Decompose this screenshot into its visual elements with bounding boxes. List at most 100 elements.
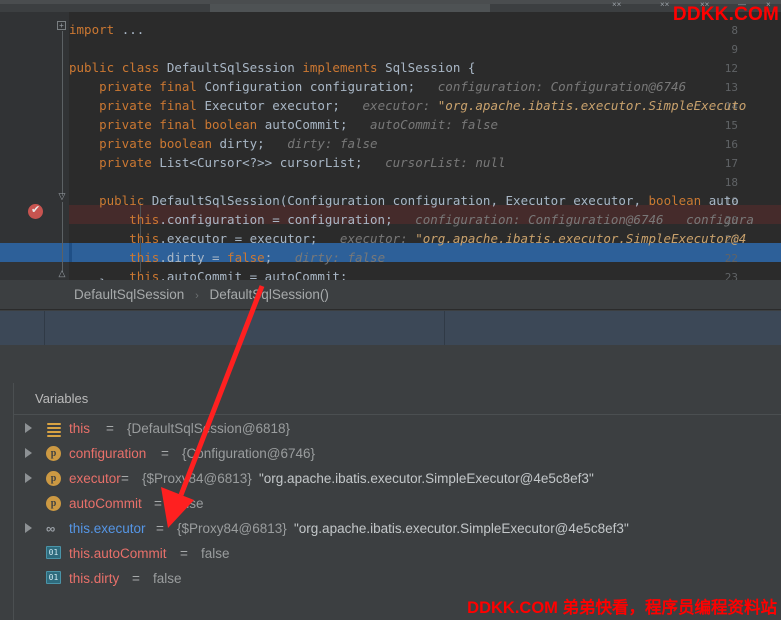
code-token: private [69, 136, 160, 151]
toolbar-divider [44, 311, 45, 345]
code-token: List<Cursor<?>> cursorList; [159, 155, 363, 170]
variable-name: this.executor [69, 521, 146, 536]
code-line: private final boolean autoCommit; autoCo… [69, 115, 498, 134]
code-line: public DefaultSqlSession(Configuration c… [69, 191, 739, 210]
code-token: executor: [339, 98, 438, 113]
code-token: executor; [272, 98, 340, 113]
code-token: import [69, 22, 122, 37]
variables-pane[interactable]: Variables this = {DefaultSqlSession@6818… [0, 383, 781, 620]
breakpoint-check-glyph: ✔ [31, 204, 41, 216]
variable-equals: = [121, 471, 129, 486]
editor-tab-strip[interactable] [210, 4, 490, 12]
watermark-bottom: DDKK.COM 弟弟快看，程序员编程资料站 [467, 599, 777, 617]
variable-equals: = [156, 521, 164, 536]
code-line: import ... [69, 20, 144, 39]
code-token: autoCommit: false [347, 117, 498, 132]
code-token: false [227, 250, 265, 265]
fold-column[interactable] [57, 12, 69, 280]
fold-guide-line [62, 202, 63, 272]
variable-name: executor [69, 471, 121, 486]
code-token: "org.apache.ibatis.executor.SimpleExecut… [437, 98, 747, 113]
code-token: Executor [204, 98, 273, 113]
code-token: final [159, 98, 205, 113]
code-token: { [467, 60, 476, 75]
code-editor[interactable]: 8 9 12 13 14 15 16 17 18 19 20 21 22 23 … [0, 12, 781, 280]
expand-arrow-icon[interactable] [25, 473, 32, 483]
code-token: executor: [317, 231, 416, 246]
variable-equals: = [180, 546, 188, 561]
code-token: implements [302, 60, 386, 75]
code-token: .dirty = [159, 250, 228, 265]
fold-collapse-icon-bottom[interactable]: △ [58, 269, 66, 278]
fold-marker-glyph: + [59, 21, 64, 30]
window-chrome-strip: ×× ×× ×× — × [0, 0, 781, 12]
breadcrumb-method[interactable]: DefaultSqlSession() [210, 287, 329, 302]
code-token: configuration: Configuration@6746 [415, 79, 687, 94]
code-line: private boolean dirty; dirty: false [69, 134, 378, 153]
fold-guide-line [62, 31, 63, 196]
breadcrumb-separator-icon: › [195, 290, 199, 302]
parameter-icon: p [46, 496, 61, 511]
fold-collapse-icon-top[interactable]: ▽ [58, 192, 66, 201]
variable-value: {Configuration@6746} [182, 446, 316, 461]
breadcrumb[interactable]: DefaultSqlSession › DefaultSqlSession() [0, 280, 781, 310]
code-token: boolean [204, 117, 265, 132]
editor-gutter[interactable] [0, 12, 57, 280]
variable-value: false [201, 546, 230, 561]
code-token: configuration; [309, 79, 416, 94]
toolbar-divider [444, 311, 445, 345]
code-token: boolean [159, 136, 220, 151]
parameter-icon: p [46, 471, 61, 486]
breakpoint-icon[interactable]: ✔ [28, 204, 43, 219]
field-icon [46, 421, 62, 437]
variable-equals: = [132, 571, 140, 586]
code-token: Configuration [287, 193, 393, 208]
code-token: dirty: false [272, 250, 386, 265]
debugger-toolbar[interactable] [0, 311, 781, 345]
boolean-icon: 01 [46, 546, 61, 559]
variable-name: configuration [69, 446, 147, 461]
code-token: dirty: false [264, 136, 378, 151]
code-token: Executor [505, 193, 574, 208]
chrome-icon-a[interactable]: ×× [612, 0, 621, 10]
fold-expand-icon[interactable]: + [57, 21, 66, 30]
code-token: boolean [648, 193, 709, 208]
code-token: DefaultSqlSession( [151, 193, 288, 208]
code-content[interactable]: import ... public class DefaultSqlSessio… [69, 12, 781, 280]
variable-string-value: "org.apache.ibatis.executor.SimpleExecut… [294, 521, 629, 536]
expand-arrow-icon[interactable] [25, 423, 32, 433]
chrome-icon-b[interactable]: ×× [660, 0, 669, 10]
code-line: this.configuration = configuration; conf… [69, 210, 754, 229]
expand-arrow-icon[interactable] [25, 448, 32, 458]
code-token: SqlSession [385, 60, 468, 75]
boolean-icon: 01 [46, 571, 61, 584]
expand-arrow-icon[interactable] [25, 523, 32, 533]
variable-equals: = [106, 421, 114, 436]
code-token: auto [708, 193, 739, 208]
parameter-icon: p [46, 446, 61, 461]
code-token: private [69, 155, 160, 170]
variable-string-value: "org.apache.ibatis.executor.SimpleExecut… [259, 471, 594, 486]
debugger-frames-strip [0, 345, 781, 384]
variable-value: false [153, 571, 182, 586]
code-token: private [69, 117, 160, 132]
code-token: executor, [573, 193, 649, 208]
variables-list[interactable]: this = {DefaultSqlSession@6818} p config… [13, 416, 781, 620]
code-token: dirty; [219, 136, 265, 151]
breadcrumb-class[interactable]: DefaultSqlSession [74, 287, 184, 302]
code-token: "org.apache.ibatis.executor.SimpleExecut… [415, 231, 747, 246]
code-token: autoCommit; [264, 117, 348, 132]
code-line: this.dirty = false; dirty: false [69, 248, 385, 267]
code-line: private List<Cursor<?>> cursorList; curs… [69, 153, 505, 172]
code-line: private final Executor executor; executo… [69, 96, 746, 115]
code-line: private final Configuration configuratio… [69, 77, 686, 96]
ide-debug-window: ×× ×× ×× — × 8 9 12 13 14 15 16 17 18 19… [0, 0, 781, 620]
variable-name: autoCommit [69, 496, 142, 511]
variable-value: {$Proxy84@6813} [142, 471, 252, 486]
code-token: this [69, 250, 160, 265]
code-token: class [121, 60, 167, 75]
code-token: Configuration [204, 79, 310, 94]
watch-icon: ∞ [46, 521, 55, 536]
code-token: public [69, 60, 122, 75]
code-token: this [69, 212, 160, 227]
